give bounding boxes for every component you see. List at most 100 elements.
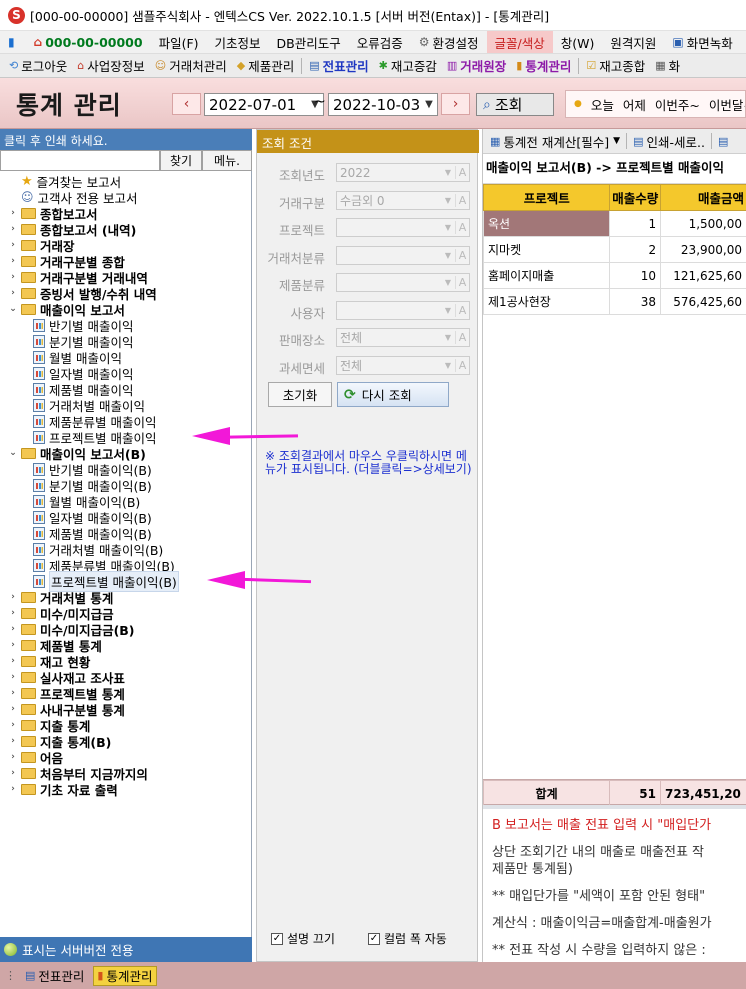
table-row[interactable]: 제1공사현장 38 576,425,60 (483, 288, 746, 315)
field-label: 거래구분 (278, 195, 325, 211)
col-header-qty[interactable]: 매출수량 (609, 184, 662, 211)
prev-period-button[interactable]: ‹ (172, 93, 201, 115)
expand-icon[interactable]: › (8, 288, 18, 298)
field-select[interactable]: ▼ A (336, 273, 470, 292)
print-portrait-button[interactable]: ▤ 인쇄-세로.. (629, 131, 709, 152)
toolbar-slip-mgmt[interactable]: ▤ 전표관리 (304, 55, 373, 77)
task-slip-mgmt[interactable]: ▤ 전표관리 (22, 966, 87, 986)
refresh-icon: ⟳ (344, 386, 356, 403)
toolbar-client-mgmt[interactable]: ☺ 거래처관리 (150, 55, 232, 77)
table-row[interactable]: 홈페이지매출 10 121,625,60 (483, 262, 746, 289)
expand-icon[interactable]: › (8, 736, 18, 746)
star-icon: ★ (21, 173, 33, 189)
toolbar-business-info[interactable]: ⌂ 사업장정보 (72, 55, 150, 77)
task-stats-mgmt[interactable]: ▮ 통계관리 (93, 965, 157, 986)
menu-file[interactable]: 파일(F) (151, 31, 207, 53)
toolbar-product-mgmt[interactable]: ◆ 제품관리 (232, 55, 299, 77)
field-select[interactable]: ▼ A (336, 245, 470, 265)
toolbar-more[interactable]: ▦ 화 (650, 55, 685, 77)
menu-company-code[interactable]: ⌂ 000-00-00000 (26, 31, 151, 53)
next-period-button[interactable]: › (441, 93, 470, 115)
menu-bar: ▮ ⌂ 000-00-00000 파일(F) 기초정보 DB관리도구 오류검증 ⚙… (0, 31, 746, 54)
field-select[interactable]: ▼ A (336, 300, 470, 320)
range-yesterday[interactable]: 어제 (623, 95, 646, 114)
toolbar-stock-summary[interactable]: ☑ 재고종합 (581, 55, 650, 77)
toolbar-stock-change[interactable]: ✱ 재고증감 (374, 55, 442, 77)
collapse-icon[interactable]: ⌄ (8, 304, 18, 314)
find-button[interactable]: 찾기 (160, 150, 202, 171)
menu-error-check[interactable]: 오류검증 (349, 31, 411, 53)
expand-icon[interactable]: › (8, 640, 18, 650)
total-label: 합계 (483, 780, 611, 807)
search-button[interactable]: ⌕ 조회 (476, 93, 554, 116)
field-select[interactable]: 전체 ▼ A (336, 328, 470, 347)
field-label: 프로젝트 (278, 223, 325, 238)
expand-icon[interactable]: › (8, 240, 18, 250)
menu-stats-icon[interactable]: ▮ (0, 31, 26, 53)
expand-icon[interactable]: › (8, 224, 18, 234)
print-more-button[interactable]: ▤ (714, 131, 735, 152)
reset-button[interactable]: 초기화 (268, 382, 332, 407)
expand-icon[interactable]: › (8, 624, 18, 634)
toolbar-stats-mgmt[interactable]: ▮ 통계관리 (511, 55, 576, 77)
expand-icon[interactable]: › (8, 608, 18, 618)
folder-icon (21, 671, 36, 683)
expand-icon[interactable]: › (8, 768, 18, 778)
menu-db-tools[interactable]: DB관리도구 (269, 31, 349, 53)
recalc-button[interactable]: ▦ 통계전 재계산[필수] ▼ (486, 131, 624, 152)
toolbar-ledger[interactable]: ▥ 거래원장 (442, 55, 511, 77)
cell-project: 지마켓 (483, 236, 611, 263)
col-header-amount[interactable]: 매출금액 (660, 184, 746, 211)
range-today[interactable]: 오늘 (591, 95, 614, 114)
text-mode-icon: A (455, 248, 469, 262)
desc-off-checkbox[interactable]: ✓ 설명 끄기 (271, 930, 335, 947)
chevron-down-icon: ▼ (444, 223, 452, 232)
chevron-left-icon: ‹ (183, 96, 190, 112)
menu-remote-support[interactable]: 원격지원 (602, 31, 664, 53)
menu-window[interactable]: 창(W) (553, 31, 603, 53)
field-select[interactable]: ▼ A (336, 218, 470, 237)
table-row[interactable]: 옥션 1 1,500,00 (483, 210, 746, 237)
collapse-icon[interactable]: ⌄ (8, 448, 18, 458)
expand-icon[interactable]: › (8, 256, 18, 266)
menu-screen-record[interactable]: ▣ 화면녹화 (664, 31, 740, 53)
report-icon (33, 462, 45, 476)
toolbar-logout[interactable]: ⟲ 로그아웃 (4, 55, 72, 77)
folder-icon (21, 607, 36, 619)
chevron-right-icon: › (452, 96, 459, 112)
tree-node[interactable]: › 기초 자료 출력 (8, 781, 118, 798)
range-this-month[interactable]: 이번달~ (709, 95, 745, 114)
expand-icon[interactable]: › (8, 656, 18, 666)
expand-icon[interactable]: › (8, 784, 18, 794)
date-from-picker[interactable]: 2022-07-01 ▼ (204, 93, 324, 116)
date-to-picker[interactable]: 2022-10-03 ▼ (328, 93, 438, 116)
menu-basic-info[interactable]: 기초정보 (207, 31, 269, 53)
expand-icon[interactable]: › (8, 272, 18, 282)
menu-font-color[interactable]: 글꼴/색상 (486, 31, 553, 53)
expand-icon[interactable]: › (8, 752, 18, 762)
col-auto-checkbox[interactable]: ✓ 컬럼 폭 자동 (368, 930, 447, 947)
field-select[interactable]: 전체 ▼ A (336, 355, 470, 375)
report-icon (33, 334, 45, 348)
field-select[interactable]: 수금외 0 ▼ A (336, 190, 470, 210)
reload-button[interactable]: ⟳ 다시 조회 (337, 382, 449, 407)
table-row[interactable]: 지마켓 2 23,900,00 (483, 236, 746, 263)
tree-menu-button[interactable]: 메뉴. (202, 150, 252, 171)
expand-icon[interactable]: › (8, 208, 18, 218)
col-header-project[interactable]: 프로젝트 (483, 184, 611, 211)
field-select[interactable]: 2022 ▼ A (336, 163, 470, 182)
expand-icon[interactable]: › (8, 704, 18, 714)
tree-search-input[interactable] (0, 150, 160, 171)
expand-icon[interactable]: › (8, 720, 18, 730)
expand-icon[interactable]: › (8, 592, 18, 602)
folder-icon (21, 783, 36, 795)
folder-icon (21, 751, 36, 763)
folder-icon (21, 719, 36, 731)
range-this-week[interactable]: 이번주~ (655, 95, 700, 114)
desc-line: 상단 조회기간 내의 매출로 매출전표 작 (492, 845, 705, 860)
report-description: B 보고서는 매출 전표 입력 시 "매입단가 상단 조회기간 내의 매출로 매… (483, 805, 746, 962)
menu-settings[interactable]: ⚙ 환경설정 (411, 31, 487, 53)
expand-icon[interactable]: › (8, 672, 18, 682)
expand-icon[interactable]: › (8, 688, 18, 698)
text-mode-icon: A (455, 221, 469, 234)
